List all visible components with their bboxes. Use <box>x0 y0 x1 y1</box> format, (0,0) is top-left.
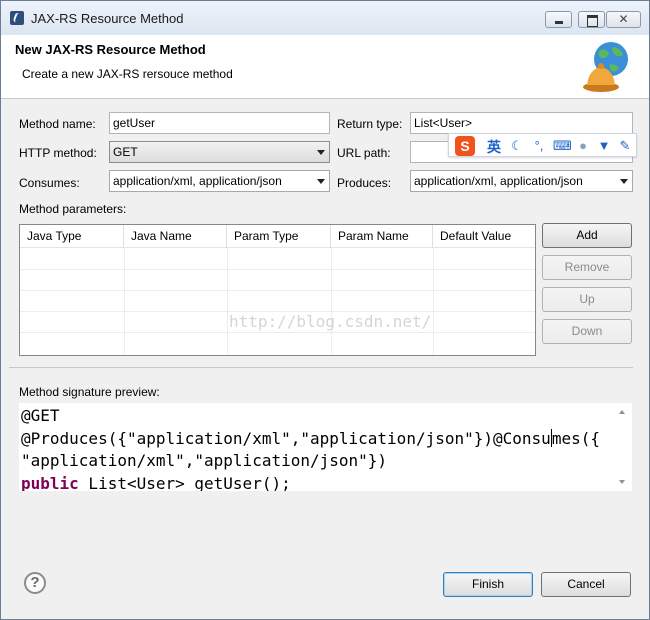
produces-combo[interactable]: application/xml, application/json <box>410 170 633 192</box>
close-button[interactable]: ✕ <box>606 11 641 28</box>
produces-label: Produces: <box>337 176 392 190</box>
column-header-param-name[interactable]: Param Name <box>331 225 433 248</box>
move-up-button[interactable]: Up <box>542 287 632 312</box>
remove-parameter-button[interactable]: Remove <box>542 255 632 280</box>
globe-bell-icon <box>583 42 628 92</box>
chevron-down-icon <box>317 150 325 155</box>
column-header-param-type[interactable]: Param Type <box>227 225 331 248</box>
wrench-icon[interactable]: ✎ <box>617 138 633 154</box>
chevron-down-icon <box>620 179 628 184</box>
code-line-3: "application/xml","application/json"}) <box>21 451 388 470</box>
help-button[interactable]: ? <box>24 572 46 594</box>
column-header-default-value[interactable]: Default Value <box>433 225 535 248</box>
wizard-banner: New JAX-RS Resource Method Create a new … <box>1 35 649 99</box>
table-header: Java Type Java Name Param Type Param Nam… <box>20 225 535 248</box>
http-method-label: HTTP method: <box>19 146 97 160</box>
http-method-select[interactable]: GET <box>109 141 330 163</box>
watermark-text: http://blog.csdn.net/ <box>229 312 432 331</box>
signature-preview-label: Method signature preview: <box>19 385 160 399</box>
method-parameters-label: Method parameters: <box>19 202 127 216</box>
code-block: @GET @Produces({"application/xml","appli… <box>21 405 600 491</box>
add-parameter-button[interactable]: Add <box>542 223 632 248</box>
return-type-label: Return type: <box>337 117 403 131</box>
wizard-description: Create a new JAX-RS rersouce method <box>22 67 233 81</box>
code-keyword-public: public <box>21 473 79 492</box>
consumes-combo[interactable]: application/xml, application/json <box>109 170 330 192</box>
produces-value: application/xml, application/json <box>414 174 583 188</box>
parameters-table[interactable]: Java Type Java Name Param Type Param Nam… <box>19 224 536 356</box>
window-title: JAX-RS Resource Method <box>31 11 184 26</box>
column-header-java-type[interactable]: Java Type <box>20 225 124 248</box>
url-path-label: URL path: <box>337 146 391 160</box>
keyboard-icon[interactable]: ⌨ <box>553 138 572 154</box>
code-line-2b: mes({ <box>551 428 600 448</box>
scroll-down-icon[interactable] <box>619 480 625 484</box>
maximize-button[interactable] <box>578 11 605 28</box>
consumes-value: application/xml, application/json <box>113 174 282 188</box>
move-down-button[interactable]: Down <box>542 319 632 344</box>
consumes-label: Consumes: <box>19 176 80 190</box>
code-line-4: List<User> getUser(); <box>78 473 291 492</box>
eclipse-app-icon <box>10 11 24 25</box>
close-icon: ✕ <box>618 12 629 26</box>
code-line-2a: @Produces({"application/xml","applicatio… <box>21 428 551 448</box>
method-name-input[interactable]: getUser <box>109 112 330 134</box>
preview-scrollbar[interactable] <box>614 403 632 491</box>
scroll-up-icon[interactable] <box>619 410 625 414</box>
wizard-title: New JAX-RS Resource Method <box>15 42 206 57</box>
title-bar: JAX-RS Resource Method ✕ <box>1 1 649 35</box>
cancel-button[interactable]: Cancel <box>541 572 631 597</box>
signature-preview-text[interactable]: @GET @Produces({"application/xml","appli… <box>19 403 632 491</box>
code-line-1: @GET <box>21 406 60 425</box>
method-name-label: Method name: <box>19 117 96 131</box>
sogou-logo-icon[interactable]: S <box>455 136 475 156</box>
http-method-value: GET <box>113 145 138 159</box>
punctuation-icon[interactable]: °, <box>531 138 547 154</box>
ime-language-toggle[interactable]: 英 <box>487 137 501 157</box>
moon-icon[interactable]: ☾ <box>509 138 525 154</box>
chevron-down-icon <box>317 179 325 184</box>
section-divider <box>9 367 633 368</box>
user-icon[interactable]: ● <box>575 138 591 154</box>
minimize-button[interactable] <box>545 11 572 28</box>
ime-toolbar: S 英 ☾ °, ⌨ ● ▼ ✎ <box>448 133 637 157</box>
dialog-window: JAX-RS Resource Method ✕ New JAX-RS Reso… <box>0 0 650 620</box>
skin-shirt-icon[interactable]: ▼ <box>596 138 612 154</box>
finish-button[interactable]: Finish <box>443 572 533 597</box>
return-type-input[interactable]: List<User> <box>410 112 633 134</box>
column-header-java-name[interactable]: Java Name <box>124 225 227 248</box>
